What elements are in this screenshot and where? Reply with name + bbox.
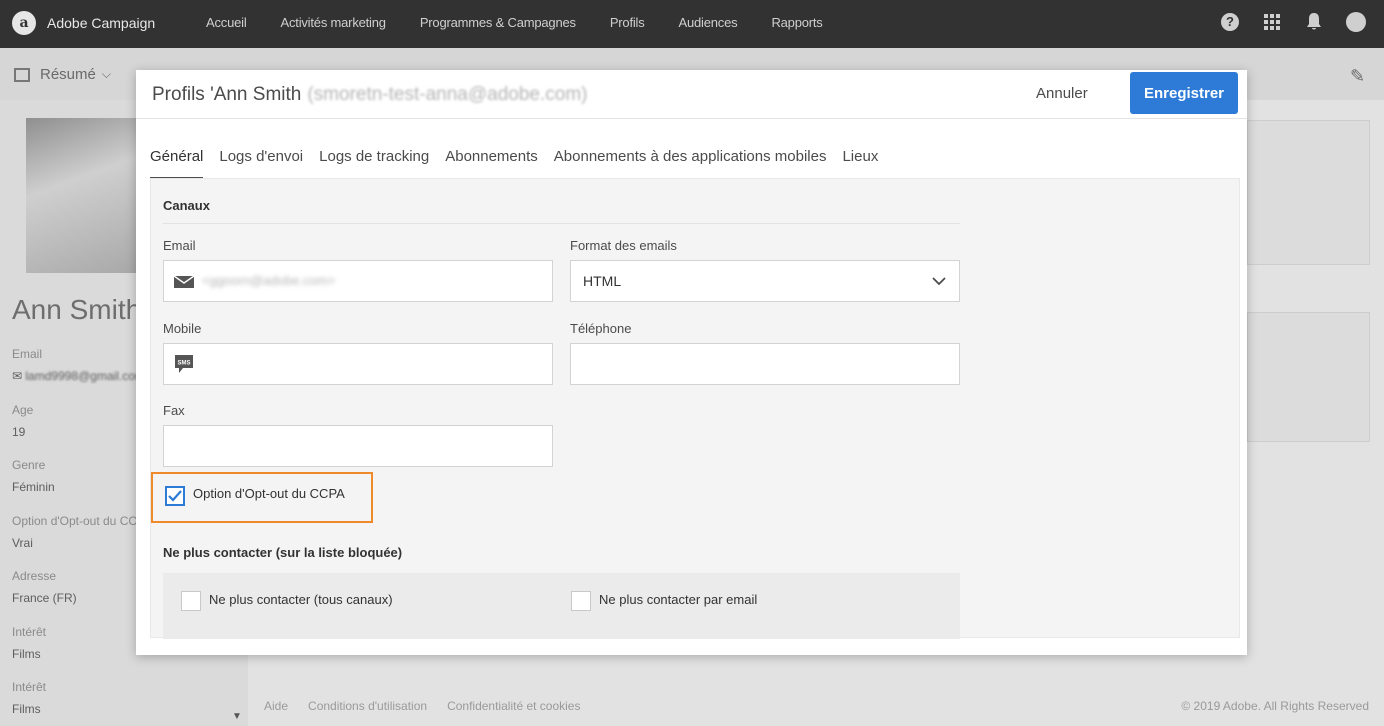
edit-pencil-icon[interactable]: ✎ <box>1350 66 1365 87</box>
top-navigation-bar: a Adobe Campaign Accueil Activités marke… <box>0 0 1384 48</box>
top-icons: ? <box>1198 12 1366 32</box>
help-icon[interactable]: ? <box>1220 12 1240 32</box>
footer-link-aide[interactable]: Aide <box>264 699 288 713</box>
app-name: Adobe Campaign <box>47 15 156 31</box>
svg-text:SMS: SMS <box>177 361 190 367</box>
nav-item-accueil[interactable]: Accueil <box>206 15 247 30</box>
email-format-value: HTML <box>583 273 622 289</box>
no-contact-email-checkbox[interactable] <box>571 591 591 611</box>
bg-field-label: Genre <box>12 458 46 472</box>
email-value: <ggoorn@adobe.com> <box>202 273 336 288</box>
profile-photo <box>26 118 148 273</box>
no-contact-all-label: Ne plus contacter (tous canaux) <box>209 592 393 607</box>
footer-link-confidentialite[interactable]: Confidentialité et cookies <box>447 699 580 713</box>
scroll-down-icon[interactable]: ▼ <box>232 711 242 722</box>
bg-field-value: France (FR) <box>12 591 77 605</box>
email-field[interactable]: <ggoorn@adobe.com> <box>163 260 553 302</box>
ccpa-label: Option d'Opt-out du CCPA <box>193 486 345 501</box>
nav-item-programmes-campagnes[interactable]: Programmes & Campagnes <box>420 15 576 30</box>
nav-item-audiences[interactable]: Audiences <box>679 15 738 30</box>
tab-abonnements-applications-mobiles[interactable]: Abonnements à des applications mobiles <box>554 148 827 179</box>
tab-logs-envoi[interactable]: Logs d'envoi <box>219 148 303 179</box>
bg-field-label: Option d'Opt-out du CC <box>12 514 136 528</box>
email-label: Email <box>163 238 196 253</box>
section-title-canaux: Canaux <box>163 198 210 213</box>
email-format-select[interactable]: HTML <box>570 260 960 302</box>
mobile-field[interactable]: SMS <box>163 343 553 385</box>
no-contact-all-checkbox[interactable] <box>181 591 201 611</box>
tab-abonnements[interactable]: Abonnements <box>445 148 538 179</box>
fax-label: Fax <box>163 403 185 418</box>
bg-field-value: Films <box>12 647 41 661</box>
modal-tabs: Général Logs d'envoi Logs de tracking Ab… <box>150 148 894 179</box>
panel-toggle-icon <box>14 67 30 82</box>
bg-field-value: Films <box>12 702 41 716</box>
section-title-blocked: Ne plus contacter (sur la liste bloquée) <box>163 545 403 560</box>
blocked-options: Ne plus contacter (tous canaux) Ne plus … <box>163 573 960 639</box>
tab-logs-tracking[interactable]: Logs de tracking <box>319 148 429 179</box>
notifications-bell-icon[interactable] <box>1304 12 1324 32</box>
background-card <box>1247 312 1370 442</box>
brand[interactable]: a Adobe Campaign <box>12 11 155 35</box>
tab-lieux[interactable]: Lieux <box>842 148 878 179</box>
copyright: © 2019 Adobe. All Rights Reserved <box>1181 699 1369 713</box>
profile-name: Ann Smith <box>12 294 142 325</box>
nav-item-profils[interactable]: Profils <box>610 15 645 30</box>
user-avatar-icon[interactable] <box>1346 12 1366 32</box>
bg-field-value: Féminin <box>12 480 55 494</box>
phone-field[interactable] <box>570 343 960 385</box>
tab-general[interactable]: Général <box>150 148 204 179</box>
modal-header: Profils 'Ann Smith (smoretn-test-anna@ado… <box>136 70 1247 119</box>
bg-field-label: Intérêt <box>12 625 47 639</box>
email-format-label: Format des emails <box>570 238 677 253</box>
modal-subtitle: (smoretn-test-anna@adobe.com) <box>307 84 588 105</box>
summary-label: Résumé <box>40 66 96 83</box>
general-tab-content: Canaux Email <ggoorn@adobe.com> Format d… <box>150 178 1240 639</box>
ccpa-checkbox[interactable] <box>165 486 185 506</box>
fax-field[interactable] <box>163 425 553 467</box>
nav-item-activites-marketing[interactable]: Activités marketing <box>281 15 386 30</box>
footer-links: Aide Conditions d'utilisation Confidenti… <box>264 699 600 713</box>
main-nav: Accueil Activités marketing Programmes &… <box>206 15 857 30</box>
envelope-icon: ✉ <box>12 369 26 383</box>
bg-field-value: ✉ lamd9998@gmail.com <box>12 369 145 383</box>
ccpa-highlight: Option d'Opt-out du CCPA <box>151 472 373 523</box>
bg-field-label: Intérêt <box>12 680 47 694</box>
modal-title-text: Profils 'Ann Smith <box>152 84 302 105</box>
summary-dropdown[interactable]: Résumé ⌵ <box>14 66 111 83</box>
adobe-campaign-logo-icon: a <box>12 11 36 35</box>
sms-icon: SMS <box>175 355 193 373</box>
chevron-down-icon: ⌵ <box>101 67 111 81</box>
bg-field-value: Vrai <box>12 536 33 550</box>
bg-field-label: Adresse <box>12 569 57 583</box>
footer-link-conditions[interactable]: Conditions d'utilisation <box>308 699 427 713</box>
apps-grid-icon[interactable] <box>1262 12 1282 32</box>
bg-field-label: Age <box>12 403 34 417</box>
checkmark-icon <box>168 490 182 502</box>
save-button[interactable]: Enregistrer <box>1130 72 1238 114</box>
modal-title: Profils 'Ann Smith (smoretn-test-anna@ado… <box>152 84 588 106</box>
cancel-button[interactable]: Annuler <box>1036 85 1088 102</box>
mobile-label: Mobile <box>163 321 202 336</box>
background-card <box>1247 120 1370 265</box>
section-divider <box>163 223 960 224</box>
bg-field-label: Email <box>12 347 43 361</box>
envelope-icon <box>174 276 194 288</box>
phone-label: Téléphone <box>570 321 632 336</box>
chevron-down-icon <box>932 277 946 286</box>
bg-field-value: 19 <box>12 425 26 439</box>
edit-profile-modal: Profils 'Ann Smith (smoretn-test-anna@ado… <box>136 70 1247 655</box>
nav-item-rapports[interactable]: Rapports <box>771 15 822 30</box>
no-contact-email-label: Ne plus contacter par email <box>599 592 758 607</box>
